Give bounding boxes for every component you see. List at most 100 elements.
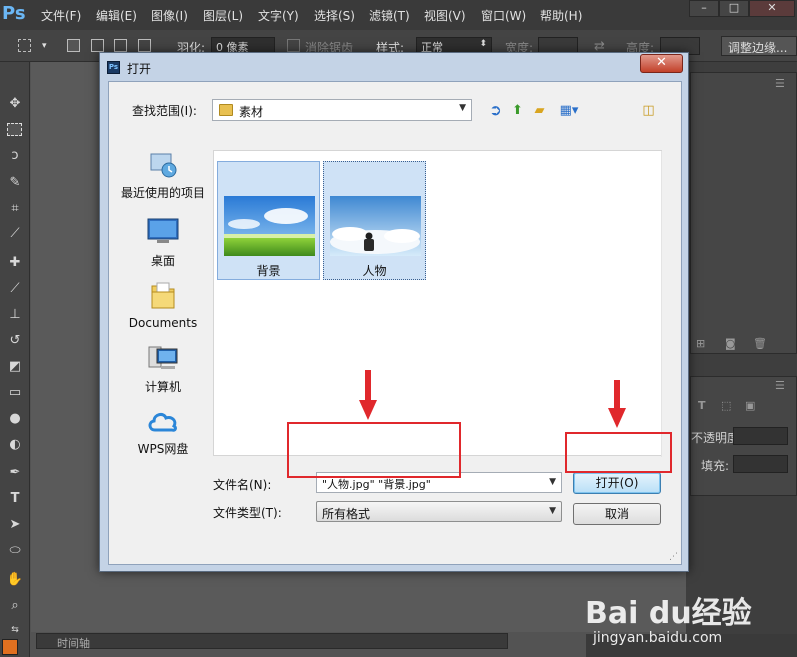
gradient-tool-icon[interactable]: ▭ [6,385,24,401]
file-item[interactable]: 背景 [217,161,320,280]
ellipse-tool-icon[interactable]: ⬭ [6,543,24,559]
menu-file[interactable]: 文件(F) [41,7,81,24]
type-tool-icon[interactable]: T [6,491,24,507]
dialog-titlebar[interactable]: Ps 打开 ✕ [100,53,688,80]
maximize-button[interactable]: □ [719,0,749,17]
menu-edit[interactable]: 编辑(E) [96,7,137,24]
cancel-button[interactable]: 取消 [573,503,661,525]
panel-menu-icon[interactable]: ☰ [775,77,785,90]
wps-cloud-icon [148,412,177,432]
menu-type[interactable]: 文字(Y) [258,7,299,24]
minimize-button[interactable]: – [689,0,719,17]
rect-marquee-tool-icon[interactable] [7,123,22,136]
intersect-selection-icon[interactable] [138,39,151,52]
place-desktop[interactable]: 桌面 [117,218,209,268]
clone-stamp-tool-icon[interactable]: ⊥ [6,307,24,323]
place-computer[interactable]: 计算机 [117,344,209,394]
hand-tool-icon[interactable]: ✋ [6,572,24,588]
move-tool-icon[interactable]: ✥ [6,96,24,112]
path-select-tool-icon[interactable]: ➤ [6,517,24,533]
fill-label: 填充: [701,459,730,473]
menu-window[interactable]: 窗口(W) [481,7,526,24]
filetype-select[interactable]: 所有格式 ▼ [316,501,562,522]
menu-view[interactable]: 视图(V) [424,7,466,24]
place-recent-label: 最近使用的项目 [120,186,205,200]
filetype-value: 所有格式 [322,507,371,521]
foreground-color-swatch[interactable] [2,639,18,655]
chevron-down-icon: ▼ [549,506,556,516]
look-in-label: 查找范围(I): [132,104,197,118]
opacity-input[interactable] [733,427,788,445]
person-sky-thumbnail [330,196,421,256]
camera-icon[interactable]: ◙ [725,337,736,350]
open-arrow-shaft [614,380,620,410]
antialias-checkbox[interactable] [287,39,300,52]
up-folder-icon[interactable]: ⬆ [509,102,526,119]
file-list[interactable]: 背景 人物 [213,150,662,457]
chevron-down-icon[interactable]: ▾ [42,41,47,51]
eraser-tool-icon[interactable]: ◩ [6,359,24,375]
panel-options-icon[interactable]: ⊞ [696,337,705,350]
smart-object-filter-icon[interactable]: ▣ [745,399,755,412]
filename-value: "人物.jpg" "背景.jpg" [322,478,431,491]
new-selection-icon[interactable] [67,39,80,52]
refine-edge-button[interactable]: 调整边缘... [721,36,797,56]
place-recent[interactable]: 最近使用的项目 [117,150,209,200]
menu-help[interactable]: 帮助(H) [540,7,582,24]
photoshop-logo: Ps [2,3,26,24]
file-item[interactable]: 人物 [323,161,426,280]
menu-select[interactable]: 选择(S) [314,7,355,24]
trash-icon[interactable]: 🗑 [753,337,767,350]
menu-layer[interactable]: 图层(L) [203,7,243,24]
blur-tool-icon[interactable]: ● [6,411,24,427]
place-desktop-label: 桌面 [150,254,175,268]
timeline-panel[interactable]: 时间轴 [36,633,508,650]
brush-tool-icon[interactable]: ⟋ [6,281,24,297]
filename-arrow-head-icon [359,400,377,420]
look-in-select[interactable]: 素材 ▼ [212,99,472,121]
filename-highlight-box [287,422,461,478]
resize-grip-icon[interactable]: ⋰ [669,552,678,562]
photoshop-app-icon: Ps [107,61,120,74]
open-button[interactable]: 打开(O) [573,472,661,494]
add-selection-icon[interactable] [91,39,104,52]
place-documents[interactable]: Documents [117,280,209,330]
menu-filter[interactable]: 滤镜(T) [369,7,410,24]
folder-icon [219,104,233,116]
chevron-down-icon[interactable]: ▼ [549,477,556,487]
subtract-selection-icon[interactable] [114,39,127,52]
swap-colors-icon[interactable]: ⇆ [6,622,24,638]
quick-select-tool-icon[interactable]: ✎ [6,175,24,191]
watermark-url: jingyan.baidu.com [593,630,723,646]
open-arrow-head-icon [608,408,626,428]
pen-tool-icon[interactable]: ✒ [6,465,24,481]
timeline-label: 时间轴 [57,637,90,650]
place-documents-label: Documents [128,316,198,330]
eyedropper-tool-icon[interactable]: ⟋ [6,226,24,242]
dialog-close-button[interactable]: ✕ [640,54,683,73]
open-button-highlight-box [565,432,672,473]
fill-input[interactable] [733,455,788,473]
dialog-body: 查找范围(I): 素材 ▼ ➲ ⬆ ▰ ▦▾ ◫ 最近使用的项目 桌面 Docu… [108,81,682,565]
view-menu-icon[interactable]: ▦▾ [556,102,582,119]
desktop-icon [147,218,179,243]
healing-brush-tool-icon[interactable]: ✚ [6,255,24,271]
back-arrow-icon[interactable]: ➲ [487,102,504,119]
app-close-button[interactable]: ✕ [749,0,795,17]
type-layer-filter-icon[interactable]: T [698,399,706,412]
lasso-tool-icon[interactable]: ↄ [6,148,24,164]
new-folder-icon[interactable]: ▰ [531,102,548,119]
chevron-updown-icon: ⬍ [479,39,487,49]
history-brush-tool-icon[interactable]: ↺ [6,333,24,349]
menu-bar: Ps 文件(F) 编辑(E) 图像(I) 图层(L) 文字(Y) 选择(S) 滤… [0,0,797,30]
zoom-tool-icon[interactable]: ⌕ [6,598,24,614]
marquee-tool-preset-icon[interactable] [18,39,31,52]
preview-folder-icon[interactable]: ◫ [640,102,657,119]
panel-menu-icon-2[interactable]: ☰ [775,379,785,392]
place-wps-cloud[interactable]: WPS网盘 [117,406,209,456]
dodge-tool-icon[interactable]: ◐ [6,437,24,453]
crop-tool-icon[interactable]: ⌗ [6,201,24,217]
place-wps-cloud-label: WPS网盘 [137,442,189,456]
menu-image[interactable]: 图像(I) [151,7,188,24]
shape-layer-filter-icon[interactable]: ⬚ [721,399,731,412]
